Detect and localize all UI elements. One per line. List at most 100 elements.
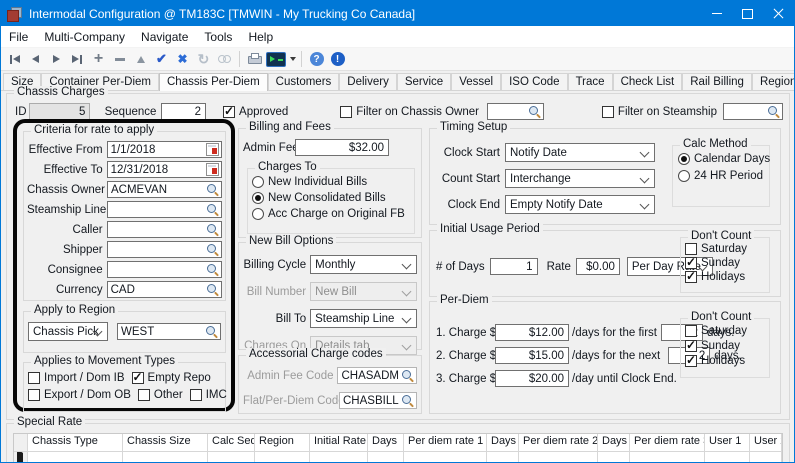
- tab-vessel[interactable]: Vessel: [451, 73, 501, 90]
- next-record-button[interactable]: [47, 49, 66, 69]
- table-cell[interactable]: [368, 452, 404, 463]
- filter-chassis-owner-field[interactable]: [487, 103, 544, 120]
- previous-record-button[interactable]: [26, 49, 45, 69]
- other-checkbox[interactable]: Other: [138, 389, 183, 401]
- tab-customers[interactable]: Customers: [268, 73, 340, 90]
- menu-tools[interactable]: Tools: [196, 27, 240, 47]
- charge3-field[interactable]: $20.00: [495, 370, 569, 387]
- last-record-button[interactable]: [68, 49, 87, 69]
- tab-delivery[interactable]: Delivery: [339, 73, 397, 90]
- lookup-icon[interactable]: [206, 183, 219, 196]
- steamship-line-field[interactable]: [107, 201, 222, 218]
- link-button[interactable]: [215, 49, 234, 69]
- tab-service[interactable]: Service: [397, 73, 451, 90]
- table-cell[interactable]: [123, 452, 208, 463]
- region-field[interactable]: WEST: [117, 323, 221, 340]
- clock-end-select[interactable]: Empty Notify Date: [505, 195, 655, 214]
- lookup-icon[interactable]: [401, 369, 414, 382]
- tab-region[interactable]: Region: [752, 73, 795, 90]
- lookup-icon[interactable]: [206, 263, 219, 276]
- table-cell[interactable]: [310, 452, 368, 463]
- effective-to-field[interactable]: 12/31/2018: [107, 161, 222, 178]
- approved-checkbox[interactable]: Approved: [223, 106, 288, 118]
- table-cell[interactable]: [630, 452, 705, 463]
- new-consolidated-bills-radio[interactable]: New Consolidated Bills: [252, 192, 414, 204]
- imc-checkbox[interactable]: IMC: [190, 389, 227, 401]
- about-button[interactable]: [328, 49, 347, 69]
- tab-check-list[interactable]: Check List: [613, 73, 683, 90]
- billing-cycle-select[interactable]: Monthly: [310, 255, 417, 274]
- table-cell[interactable]: [28, 452, 123, 463]
- table-cell[interactable]: [750, 452, 782, 463]
- delete-record-button[interactable]: [110, 49, 129, 69]
- lookup-icon[interactable]: [206, 243, 219, 256]
- table-cell[interactable]: [404, 452, 487, 463]
- usage-saturday-checkbox[interactable]: Saturday: [685, 243, 769, 255]
- calendar-days-radio[interactable]: Calendar Days: [678, 153, 769, 165]
- sequence-field[interactable]: 2: [161, 103, 206, 120]
- region-mode-select[interactable]: Chassis Pick: [28, 322, 108, 341]
- table-cell[interactable]: [208, 452, 255, 463]
- filter-chassis-owner-checkbox-box[interactable]: [340, 106, 352, 118]
- admin-fee-field[interactable]: $32.00: [295, 139, 389, 156]
- tab-rail-billing[interactable]: Rail Billing: [682, 73, 752, 90]
- perdiem-holidays-checkbox[interactable]: Holidays: [685, 355, 769, 367]
- charge2-field[interactable]: $15.00: [495, 347, 569, 364]
- print-button[interactable]: [245, 49, 264, 69]
- filter-steamship-checkbox-box[interactable]: [602, 106, 614, 118]
- table-cell[interactable]: [255, 452, 310, 463]
- special-rate-empty-row[interactable]: [14, 452, 782, 463]
- menu-help[interactable]: Help: [240, 27, 281, 47]
- lookup-icon[interactable]: [206, 223, 219, 236]
- consignee-field[interactable]: [107, 261, 222, 278]
- shipper-field[interactable]: [107, 241, 222, 258]
- bill-to-select[interactable]: Steamship Line: [310, 309, 417, 328]
- lookup-icon[interactable]: [401, 394, 414, 407]
- export-dom-ob-checkbox[interactable]: Export / Dom OB: [28, 389, 131, 401]
- filter-steamship-field[interactable]: [723, 103, 783, 120]
- filter-chassis-owner-checkbox[interactable]: Filter on Chassis Owner: [340, 106, 479, 118]
- table-cell[interactable]: [487, 452, 519, 463]
- usage-holidays-checkbox[interactable]: Holidays: [685, 271, 769, 283]
- clock-start-select[interactable]: Notify Date: [505, 143, 655, 162]
- close-button[interactable]: [763, 1, 794, 26]
- maximize-button[interactable]: [732, 1, 763, 26]
- table-cell[interactable]: [705, 452, 750, 463]
- lookup-icon[interactable]: [767, 105, 780, 118]
- table-cell[interactable]: [519, 452, 598, 463]
- import-dom-ib-checkbox[interactable]: Import / Dom IB: [28, 372, 125, 384]
- tab-trace[interactable]: Trace: [568, 73, 613, 90]
- cancel-button[interactable]: [173, 49, 192, 69]
- up-button[interactable]: [131, 49, 150, 69]
- acc-charge-original-fb-radio[interactable]: Acc Charge on Original FB: [252, 208, 414, 220]
- calendar-icon[interactable]: [206, 163, 219, 176]
- tab-chassis-per-diem[interactable]: Chassis Per-Diem: [159, 73, 268, 91]
- flat-per-diem-code-field[interactable]: CHASBILL: [339, 392, 417, 409]
- minimize-button[interactable]: [701, 1, 732, 26]
- currency-field[interactable]: CAD: [107, 281, 222, 298]
- add-record-button[interactable]: [89, 49, 108, 69]
- first-record-button[interactable]: [5, 49, 24, 69]
- rate-field[interactable]: $0.00: [576, 258, 620, 275]
- lookup-icon[interactable]: [205, 325, 218, 338]
- table-cell[interactable]: [598, 452, 630, 463]
- lookup-icon[interactable]: [528, 105, 541, 118]
- caller-field[interactable]: [107, 221, 222, 238]
- menu-multi-company[interactable]: Multi-Company: [36, 27, 133, 47]
- terminal-button[interactable]: [266, 49, 296, 69]
- tab-iso-code[interactable]: ISO Code: [501, 73, 568, 90]
- new-individual-bills-radio[interactable]: New Individual Bills: [252, 176, 414, 188]
- count-start-select[interactable]: Interchange: [505, 169, 655, 188]
- usage-sunday-checkbox[interactable]: Sunday: [685, 257, 769, 269]
- perdiem-saturday-checkbox[interactable]: Saturday: [685, 325, 769, 337]
- row-selector-cell[interactable]: [14, 452, 28, 463]
- menu-navigate[interactable]: Navigate: [133, 27, 196, 47]
- empty-repo-checkbox[interactable]: Empty Repo: [132, 372, 211, 384]
- save-button[interactable]: [152, 49, 171, 69]
- chassis-owner-field[interactable]: ACMEVAN: [107, 181, 222, 198]
- menu-file[interactable]: File: [1, 27, 36, 47]
- calendar-icon[interactable]: [206, 143, 219, 156]
- approved-checkbox-box[interactable]: [223, 106, 235, 118]
- refresh-button[interactable]: [194, 49, 213, 69]
- filter-steamship-checkbox[interactable]: Filter on Steamship: [602, 106, 717, 118]
